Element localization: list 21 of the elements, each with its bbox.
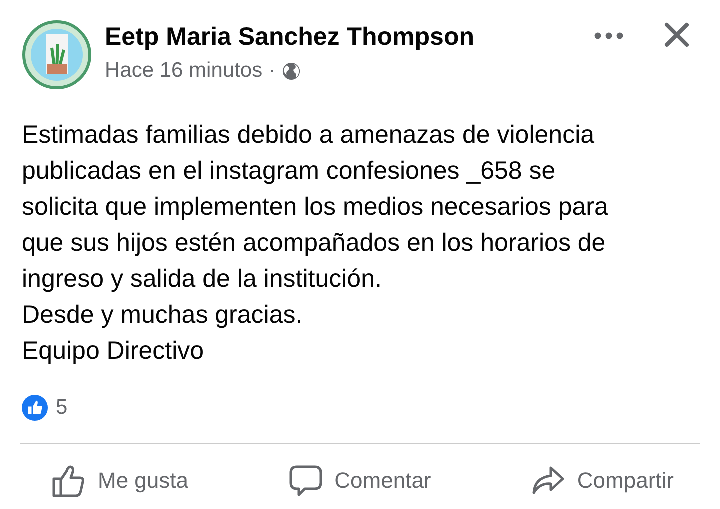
post-text: publicadas en el instagram confesiones _658 se [22,156,556,187]
post-text: Equipo Directivo [22,336,204,367]
avatar-logo-icon[interactable] [22,20,92,90]
post-text: Estimadas familias debido a amenazas de violencia [22,120,595,151]
post-text: que sus hijos estén acompañados en los horarios de [22,228,606,259]
close-icon[interactable] [664,22,690,48]
share-button[interactable]: Compartir [531,464,674,498]
comment-button[interactable]: Comentar [288,464,432,498]
post-time: Hace 16 minutos [105,59,263,83]
post-text: Desde y muchas gracias. [22,300,303,331]
separator: · [268,59,276,83]
like-reaction-icon [22,395,48,421]
post-text: ingreso y salida de la institución. [22,264,382,295]
globe-icon [282,62,301,80]
thumbs-up-icon [52,464,86,498]
post-text: solicita que implementen los medios necesarios para [22,192,608,223]
reaction-count[interactable]: 5 [56,396,68,420]
like-button[interactable]: Me gusta [52,464,188,498]
more-options-icon[interactable] [594,32,624,40]
author-name[interactable]: Eetp Maria Sanchez Thompson [105,22,594,52]
speech-bubble-icon [288,464,323,498]
